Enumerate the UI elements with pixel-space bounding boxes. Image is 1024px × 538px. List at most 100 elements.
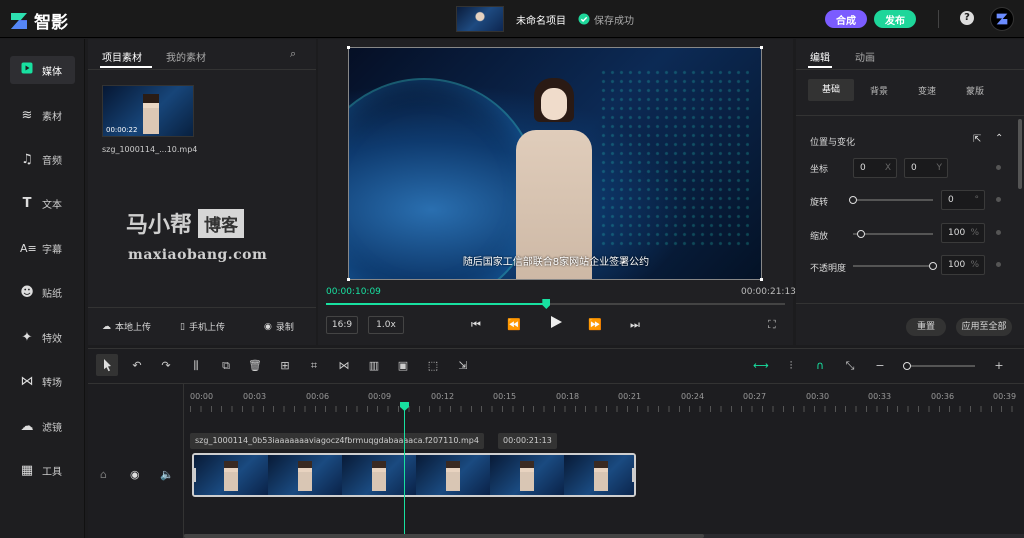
keyframe-dot[interactable] — [996, 197, 1001, 202]
avatar[interactable] — [990, 7, 1014, 31]
sidebar-item-tools[interactable]: ▦ 工具 — [10, 456, 75, 484]
reset-button[interactable]: 重置 — [906, 318, 946, 336]
sidebar-item-subtitle[interactable]: A≡ 字幕 — [10, 234, 75, 262]
rotation-slider-thumb[interactable] — [849, 196, 857, 204]
position-y-input[interactable]: 0Y — [904, 158, 948, 178]
timeline-scroll-thumb[interactable] — [184, 534, 704, 538]
scale-slider-thumb[interactable] — [857, 230, 865, 238]
zoom-slider[interactable] — [903, 362, 975, 370]
fit-icon[interactable]: ⤡ — [843, 359, 857, 373]
chevron-up-icon[interactable]: ⌃ — [995, 133, 1003, 144]
project-thumbnail[interactable] — [456, 6, 504, 32]
apply-all-button[interactable]: 应用至全部 — [956, 318, 1012, 336]
split-icon[interactable]: ⫼ — [189, 359, 203, 373]
zoom-out-icon[interactable]: − — [873, 359, 887, 373]
phone-upload-button[interactable]: ▯ 手机上传 — [180, 320, 225, 334]
tab-my-materials[interactable]: 我的素材 — [166, 49, 206, 64]
playhead-line[interactable] — [404, 404, 405, 538]
speaker-icon[interactable]: 🔈 — [160, 468, 174, 481]
canvas-handle[interactable] — [347, 278, 350, 281]
keyframe-dot[interactable] — [996, 230, 1001, 235]
subtab-basic[interactable]: 基础 — [808, 79, 854, 101]
tab-edit[interactable]: 编辑 — [810, 49, 830, 64]
replace-icon[interactable]: ⬚ — [426, 359, 440, 373]
progress-track[interactable] — [326, 299, 785, 309]
sidebar-item-audio[interactable]: ♫ 音频 — [10, 145, 75, 173]
sidebar-item-transitions[interactable]: ⋈ 转场 — [10, 367, 75, 395]
publish-button[interactable]: 发布 — [874, 10, 916, 28]
play-icon[interactable] — [549, 315, 563, 329]
project-name[interactable]: 未命名项目 — [516, 12, 566, 27]
media-clip-thumbnail[interactable]: 00:00:22 — [102, 85, 194, 137]
lock-icon[interactable]: ⌂ — [100, 468, 107, 481]
record-button[interactable]: ◉ 录制 — [264, 320, 294, 334]
search-icon[interactable]: ⌕ — [290, 47, 296, 61]
panel-scrollbar[interactable] — [1018, 119, 1022, 189]
link-icon[interactable]: ∩ — [813, 359, 827, 373]
opacity-input[interactable]: 100% — [941, 255, 985, 275]
ratio-button[interactable]: 16:9 — [326, 316, 358, 334]
subtab-background[interactable]: 背景 — [870, 84, 888, 97]
freeze-icon[interactable]: ⊞ — [278, 359, 292, 373]
tab-animation[interactable]: 动画 — [855, 49, 875, 64]
tab-project-materials[interactable]: 项目素材 — [102, 49, 142, 64]
rotation-slider[interactable] — [849, 196, 933, 204]
compose-button[interactable]: 合成 — [825, 10, 867, 28]
sidebar-item-label: 字幕 — [42, 244, 62, 256]
copy-icon[interactable]: ⧉ — [219, 359, 233, 373]
sidebar-item-effects[interactable]: ✦ 特效 — [10, 323, 75, 351]
rotation-input[interactable]: 0 ° — [941, 190, 985, 210]
redo-icon[interactable]: ↷ — [159, 359, 173, 373]
zoom-in-icon[interactable]: + — [992, 359, 1006, 373]
video-clip-track[interactable] — [192, 453, 636, 497]
speed-button[interactable]: 1.0x — [368, 316, 404, 334]
position-x-input[interactable]: 0X — [853, 158, 897, 178]
sidebar-item-materials[interactable]: ≋ 素材 — [10, 101, 75, 129]
skip-forward-icon[interactable]: ⏭ — [630, 318, 640, 332]
progress-knob[interactable] — [542, 299, 551, 309]
screen-icon[interactable]: ▣ — [396, 359, 410, 373]
split-audio-icon[interactable]: ⫶ — [784, 359, 798, 373]
fast-forward-icon[interactable]: ⏩ — [588, 318, 602, 331]
app-logo[interactable]: 智影 — [10, 8, 68, 33]
subtab-mask[interactable]: 蒙版 — [966, 84, 984, 97]
sidebar-item-filters[interactable]: ☁ 滤镜 — [10, 412, 75, 440]
section-divider — [796, 115, 1024, 116]
scale-input[interactable]: 100% — [941, 223, 985, 243]
mirror-icon[interactable]: ⋈ — [337, 359, 351, 373]
help-icon[interactable]: ? — [960, 11, 974, 25]
keyframe-dot[interactable] — [996, 165, 1001, 170]
fullscreen-icon[interactable]: ⛶ — [768, 318, 776, 332]
clip-right-handle[interactable] — [632, 468, 636, 482]
export-frame-icon[interactable]: ⇲ — [456, 359, 470, 373]
clip-left-handle[interactable] — [192, 468, 196, 482]
zoom-slider-thumb[interactable] — [903, 362, 911, 370]
crop-icon[interactable]: ⌗ — [307, 359, 321, 373]
sidebar-item-text[interactable]: T 文本 — [10, 189, 75, 217]
opacity-slider-thumb[interactable] — [929, 262, 937, 270]
canvas-handle[interactable] — [760, 278, 763, 281]
timeline-scrollbar[interactable] — [184, 534, 1024, 538]
delete-icon[interactable]: 🗑 — [248, 359, 262, 373]
canvas-handle[interactable] — [760, 46, 763, 49]
rewind-icon[interactable]: ⏪ — [507, 318, 521, 331]
magnet-snap-icon[interactable]: ⟷ — [753, 359, 769, 373]
scale-slider[interactable] — [853, 230, 933, 238]
video-canvas[interactable]: 随后国家工信部联合8家网站企业签署公约 — [348, 47, 762, 280]
keyframe-dot[interactable] — [996, 262, 1001, 267]
sidebar-item-media[interactable]: 媒体 — [10, 56, 75, 84]
skip-back-icon[interactable]: ⏮ — [471, 318, 481, 332]
save-status: 保存成功 — [578, 12, 634, 27]
sidebar-item-stickers[interactable]: ☻ 贴纸 — [10, 278, 75, 306]
opacity-slider[interactable] — [853, 262, 937, 270]
canvas-handle[interactable] — [347, 46, 350, 49]
frame-icon[interactable]: ▥ — [367, 359, 381, 373]
expand-icon[interactable]: ⇱ — [973, 134, 981, 145]
subtab-speed[interactable]: 变速 — [918, 84, 936, 97]
subtitle-icon: A≡ — [20, 241, 37, 255]
local-upload-button[interactable]: ☁ 本地上传 — [102, 320, 151, 334]
eye-icon[interactable]: ◉ — [130, 468, 140, 481]
presenter-figure — [143, 94, 159, 134]
select-tool[interactable] — [96, 354, 118, 376]
undo-icon[interactable]: ↶ — [130, 359, 144, 373]
